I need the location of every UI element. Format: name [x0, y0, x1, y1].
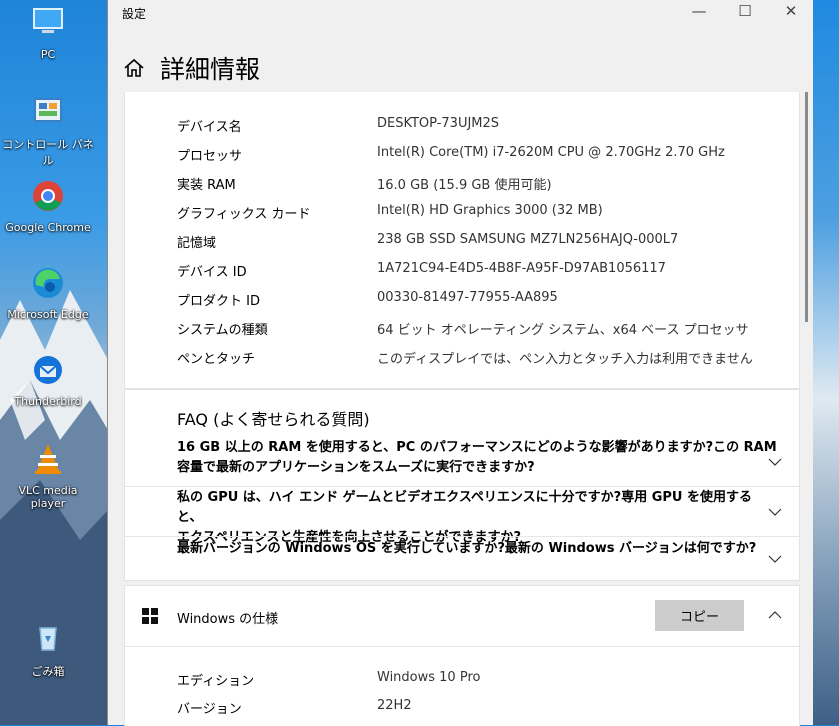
faq-divider [125, 486, 799, 487]
desktop-icon-label: PC [40, 48, 56, 61]
desktop-icon-label: Google Chrome [5, 221, 91, 234]
windows-logo-icon [142, 608, 158, 624]
spec-row: プロダクト ID 00330-81497-77955-AA895 [177, 290, 797, 310]
spec-value: DESKTOP-73UJM2S [377, 116, 500, 131]
chevron-down-icon[interactable] [768, 455, 782, 469]
chrome-icon [33, 181, 63, 211]
spec-divider [125, 646, 799, 647]
spec-value: 64 ビット オペレーティング システム、x64 ベース プロセッサ [377, 323, 749, 338]
spec-key: システムの種類 [177, 323, 268, 338]
control-panel-icon [34, 98, 62, 122]
scrollbar[interactable] [805, 92, 808, 322]
close-button[interactable]: ✕ [768, 2, 814, 24]
pc-icon [33, 8, 63, 33]
spec-row: デバイス ID 1A721C94-E4D5-4B8F-A95F-D97AB105… [177, 261, 797, 281]
spec-row: エディション Windows 10 Pro [177, 670, 797, 690]
desktop-icon-thunderbird[interactable]: Thunderbird [0, 352, 96, 408]
desktop-icon-label: ごみ箱 [31, 665, 65, 678]
spec-key: エディション [177, 674, 255, 689]
faq-item[interactable]: 16 GB 以上の RAM を使用すると、PC のパフォーマンスにどのような影響… [177, 438, 777, 478]
home-icon[interactable] [123, 57, 145, 79]
desktop-icon-label: Thunderbird [14, 395, 82, 408]
desktop-icon-label: Microsoft Edge [7, 308, 89, 321]
device-specs-card: デバイス名 DESKTOP-73UJM2S プロセッサ Intel(R) Cor… [124, 92, 800, 389]
spec-value: Intel(R) Core(TM) i7-2620M CPU @ 2.70GHz… [377, 145, 725, 160]
windows-spec-card: Windows の仕様 コピー エディション Windows 10 Pro バー… [124, 585, 800, 726]
desktop-wallpaper-right [812, 0, 839, 725]
chevron-down-icon[interactable] [768, 505, 782, 519]
desktop-icon-edge[interactable]: Microsoft Edge [0, 265, 96, 321]
spec-key: プロダクト ID [177, 294, 260, 309]
window-title: 設定 [122, 7, 147, 21]
spec-row: ペンとタッチ このディスプレイでは、ペン入力とタッチ入力は利用できません [177, 348, 797, 368]
spec-row: 記憶域 238 GB SSD SAMSUNG MZ7LN256HAJQ-000L… [177, 232, 797, 252]
spec-value: 00330-81497-77955-AA895 [377, 290, 558, 305]
faq-question-line: 16 GB 以上の RAM を使用すると、PC のパフォーマンスにどのような影響… [177, 440, 777, 455]
copy-button[interactable]: コピー [655, 600, 744, 631]
edge-icon [33, 268, 63, 298]
spec-value: Intel(R) HD Graphics 3000 (32 MB) [377, 203, 603, 218]
spec-key: デバイス ID [177, 265, 247, 280]
thunderbird-icon [34, 356, 62, 384]
recycle-bin-icon [39, 627, 57, 651]
desktop-icon-label: コントロール パネル [2, 138, 94, 167]
spec-key: 実装 RAM [177, 178, 236, 193]
spec-value: Windows 10 Pro [377, 670, 481, 685]
faq-card: FAQ (よく寄せられる質問) 16 GB 以上の RAM を使用すると、PC … [124, 389, 800, 581]
faq-question-line: 私の GPU は、ハイ エンド ゲームとビデオエクスペリエンスに十分ですか?専用… [177, 490, 752, 525]
spec-key: プロセッサ [177, 149, 243, 164]
faq-divider [125, 536, 799, 537]
spec-row: プロセッサ Intel(R) Core(TM) i7-2620M CPU @ 2… [177, 145, 797, 165]
desktop-icon-chrome[interactable]: Google Chrome [0, 178, 96, 234]
spec-value: このディスプレイでは、ペン入力とタッチ入力は利用できません [377, 352, 753, 367]
spec-value: 1A721C94-E4D5-4B8F-A95F-D97AB1056117 [377, 261, 666, 276]
faq-question-line: 最新バージョンの Windows OS を実行していますか?最新の Window… [177, 541, 757, 556]
faq-item[interactable]: 最新バージョンの Windows OS を実行していますか?最新の Window… [177, 539, 777, 559]
spec-value: 238 GB SSD SAMSUNG MZ7LN256HAJQ-000L7 [377, 232, 679, 247]
spec-key: ペンとタッチ [177, 352, 256, 367]
spec-value: 16.0 GB (15.9 GB 使用可能) [377, 178, 552, 193]
minimize-button[interactable]: — [676, 2, 722, 24]
spec-row: システムの種類 64 ビット オペレーティング システム、x64 ベース プロセ… [177, 319, 797, 339]
spec-row: グラフィックス カード Intel(R) HD Graphics 3000 (3… [177, 203, 797, 223]
spec-row: 実装 RAM 16.0 GB (15.9 GB 使用可能) [177, 174, 797, 194]
spec-row: デバイス名 DESKTOP-73UJM2S [177, 116, 797, 136]
spec-key: デバイス名 [177, 120, 242, 135]
page-header: 詳細情報 [108, 40, 813, 92]
chevron-down-icon[interactable] [768, 552, 782, 566]
settings-window: 設定 — ☐ ✕ 詳細情報 デバイス名 DESKTOP-73UJM2S プロセッ… [107, 0, 813, 726]
chevron-up-icon[interactable] [768, 608, 782, 622]
windows-spec-title: Windows の仕様 [177, 612, 279, 627]
spec-value: 22H2 [377, 698, 412, 713]
faq-question-line: 容量で最新のアプリケーションをスムーズに実行できますか? [177, 460, 535, 475]
page-title: 詳細情報 [160, 55, 261, 84]
desktop-icon-pc[interactable]: PC [0, 5, 96, 61]
desktop-icon-label: VLC media player [18, 484, 78, 510]
spec-key: グラフィックス カード [177, 207, 311, 222]
desktop-icon-vlc[interactable]: VLC media player [0, 441, 96, 510]
spec-key: バージョン [177, 702, 242, 717]
spec-key: 記憶域 [177, 236, 217, 251]
maximize-button[interactable]: ☐ [722, 2, 768, 24]
desktop-icon-control-panel[interactable]: コントロール パネル [0, 93, 96, 168]
spec-row: バージョン 22H2 [177, 698, 797, 718]
desktop-icon-recycle-bin[interactable]: ごみ箱 [0, 620, 96, 679]
vlc-icon [35, 444, 61, 474]
faq-title: FAQ (よく寄せられる質問) [177, 410, 370, 429]
title-bar[interactable]: 設定 — ☐ ✕ [108, 0, 813, 26]
